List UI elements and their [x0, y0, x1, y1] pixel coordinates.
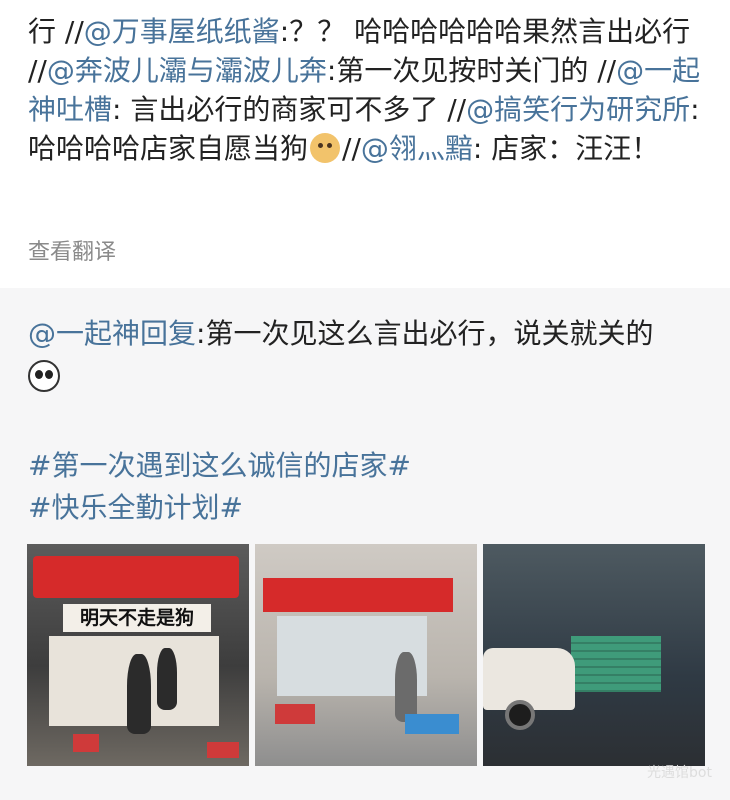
- doge-emoji-icon: [310, 133, 341, 163]
- person: [395, 652, 417, 722]
- quoted-post[interactable]: @一起神回复:第一次见这么言出必行，说关就关的 #第一次遇到这么诚信的店家# #…: [0, 288, 730, 800]
- watermark: 光遇馆bot: [647, 765, 712, 781]
- comment-text: 行 //: [28, 15, 84, 48]
- hashtag-happy-attendance[interactable]: #快乐全勤计划#: [28, 486, 243, 526]
- red-stool: [275, 704, 315, 724]
- comment-text: : 店家：汪汪！: [472, 132, 660, 165]
- closed-shutter: [571, 636, 661, 692]
- photo-thumbnail-2[interactable]: [255, 544, 477, 766]
- user-mention[interactable]: @万事屋纸纸酱: [84, 15, 280, 48]
- red-stool: [73, 734, 99, 752]
- red-stool: [207, 742, 239, 758]
- comment-text: :第一次见按时关门的 //: [326, 54, 617, 87]
- store-sign: [263, 578, 453, 612]
- comment-text: //: [342, 132, 361, 165]
- repost-comment-text: 行 //@万事屋纸纸酱:？？ 哈哈哈哈哈哈果然言出必行 //@奔波儿灞与灞波儿奔…: [28, 12, 718, 168]
- user-mention[interactable]: @奔波儿灞与灞波儿奔: [47, 54, 327, 87]
- translate-link[interactable]: 查看翻译: [28, 234, 116, 266]
- panda-laugh-emoji-icon: [28, 360, 60, 392]
- photo-thumbnail-3[interactable]: [483, 544, 705, 766]
- handwritten-banner: 明天不走是狗: [63, 604, 211, 632]
- white-van: [483, 648, 575, 710]
- comment-section: 行 //@万事屋纸纸酱:？？ 哈哈哈哈哈哈果然言出必行 //@奔波儿灞与灞波儿奔…: [0, 0, 730, 288]
- hashtag-first-honest-shop[interactable]: #第一次遇到这么诚信的店家#: [28, 444, 411, 484]
- quoted-post-text: @一起神回复:第一次见这么言出必行，说关就关的: [28, 314, 718, 354]
- user-mention[interactable]: @搞笑行为研究所: [466, 93, 690, 126]
- van-wheel: [505, 700, 535, 730]
- user-mention[interactable]: @翎灬黯: [361, 132, 473, 165]
- person: [127, 654, 151, 734]
- comment-text: : 言出必行的商家可不多了 //: [112, 93, 467, 126]
- photo-thumbnail-1[interactable]: 明天不走是狗: [27, 544, 249, 766]
- quoted-text: :第一次见这么言出必行，说关就关的: [196, 317, 654, 350]
- user-mention[interactable]: @一起神回复: [28, 317, 196, 350]
- blue-crate: [405, 714, 459, 734]
- store-sign: [33, 556, 239, 598]
- person: [157, 648, 177, 710]
